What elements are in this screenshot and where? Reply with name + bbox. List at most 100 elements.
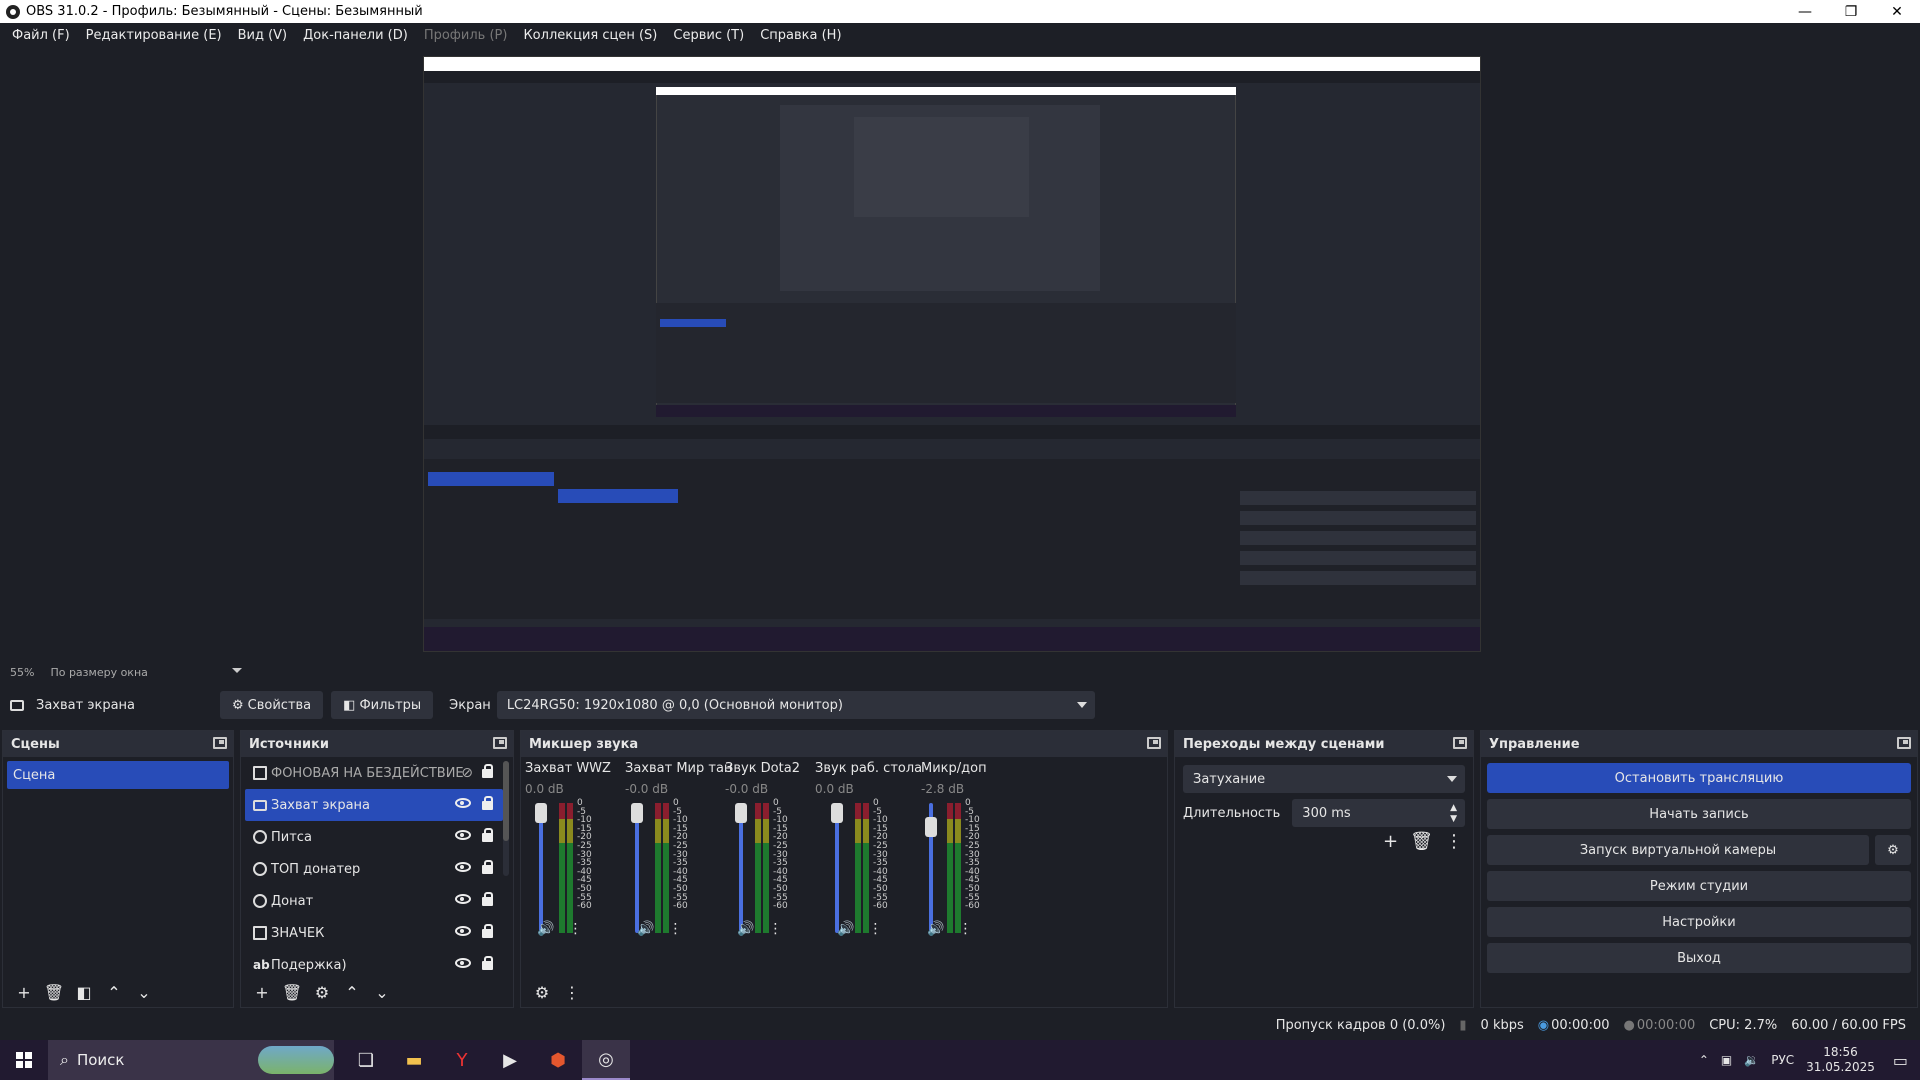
more-vertical-icon[interactable]: ⋮: [868, 921, 882, 937]
lock-icon[interactable]: [482, 924, 493, 938]
chevron-up-icon[interactable]: ⌃: [1699, 1053, 1709, 1067]
more-vertical-icon[interactable]: ⋮: [768, 921, 782, 937]
preview-canvas[interactable]: [423, 56, 1481, 652]
eye-icon[interactable]: [455, 894, 471, 904]
start-recording-button[interactable]: Начать запись: [1487, 799, 1911, 829]
chevron-down-icon[interactable]: [232, 668, 242, 673]
move-down-button[interactable]: ⌄: [129, 979, 159, 1005]
eye-icon[interactable]: [455, 798, 471, 808]
eye-icon[interactable]: [455, 830, 471, 840]
start-virtual-camera-button[interactable]: Запуск виртуальной камеры: [1487, 835, 1869, 865]
menu-file[interactable]: Файл (F): [4, 28, 78, 43]
more-vertical-icon[interactable]: ⋮: [557, 979, 587, 1005]
remove-scene-button[interactable]: 🗑: [39, 979, 69, 1005]
source-item[interactable]: ФОНОВАЯ НА БЕЗДЕЙСТВИЕ ⊘: [245, 757, 503, 789]
menu-scene-collection[interactable]: Коллекция сцен (S): [515, 28, 665, 43]
float-dock-icon[interactable]: [493, 737, 507, 749]
task-view-icon[interactable]: ❏: [342, 1040, 390, 1080]
start-button[interactable]: [0, 1040, 48, 1080]
sources-scrollbar[interactable]: [503, 761, 509, 876]
move-down-button[interactable]: ⌄: [367, 979, 397, 1005]
lock-icon[interactable]: [482, 892, 493, 906]
volume-slider[interactable]: [925, 803, 937, 933]
add-scene-button[interactable]: +: [9, 979, 39, 1005]
eye-icon[interactable]: [455, 862, 471, 872]
source-item[interactable]: Питса: [245, 821, 503, 853]
notifications-icon[interactable]: ▭: [1893, 1051, 1908, 1070]
minimize-button[interactable]: —: [1782, 0, 1828, 23]
volume-icon[interactable]: 🔉: [1744, 1053, 1759, 1067]
volume-slider[interactable]: [535, 803, 547, 933]
transition-select[interactable]: Затухание: [1183, 765, 1465, 793]
float-dock-icon[interactable]: [1147, 737, 1161, 749]
source-item[interactable]: ТОП донатер: [245, 853, 503, 885]
speaker-icon[interactable]: 🔊: [837, 921, 854, 937]
shield-app-icon[interactable]: ⬢: [534, 1040, 582, 1080]
add-transition-button[interactable]: +: [1383, 831, 1398, 852]
media-player-icon[interactable]: ▶: [486, 1040, 534, 1080]
scale-mode[interactable]: По размеру окна: [50, 666, 147, 679]
volume-slider[interactable]: [735, 803, 747, 933]
scene-filters-button[interactable]: ◧: [69, 979, 99, 1005]
network-icon[interactable]: ▣: [1721, 1053, 1732, 1067]
menu-tools[interactable]: Сервис (T): [665, 28, 752, 43]
menu-view[interactable]: Вид (V): [230, 28, 296, 43]
filters-button[interactable]: ◧ Фильтры: [331, 691, 434, 719]
move-up-button[interactable]: ⌃: [337, 979, 367, 1005]
speaker-icon[interactable]: 🔊: [927, 921, 944, 937]
chevron-down-icon: [1447, 776, 1457, 782]
lock-icon[interactable]: [482, 956, 493, 970]
exit-button[interactable]: Выход: [1487, 943, 1911, 973]
source-properties-button[interactable]: ⚙: [307, 979, 337, 1005]
gear-icon[interactable]: ⚙: [1875, 835, 1911, 865]
duration-input[interactable]: 300 ms ▲ ▼: [1292, 799, 1465, 827]
source-item[interactable]: ЗНАЧЕК: [245, 917, 503, 949]
source-item[interactable]: Захват экрана: [245, 789, 503, 821]
chevron-up-icon[interactable]: ▲: [1450, 803, 1457, 813]
yandex-browser-icon[interactable]: Y: [438, 1040, 486, 1080]
volume-slider[interactable]: [631, 803, 643, 933]
menu-help[interactable]: Справка (H): [752, 28, 849, 43]
menu-docks[interactable]: Док-панели (D): [295, 28, 416, 43]
lock-icon[interactable]: [482, 764, 493, 778]
move-up-button[interactable]: ⌃: [99, 979, 129, 1005]
speaker-icon[interactable]: 🔊: [737, 921, 754, 937]
source-item[interactable]: Донат: [245, 885, 503, 917]
scene-item[interactable]: Сцена: [7, 761, 229, 789]
eye-icon[interactable]: [455, 926, 471, 936]
stop-stream-button[interactable]: Остановить трансляцию: [1487, 763, 1911, 793]
float-dock-icon[interactable]: [1453, 737, 1467, 749]
add-source-button[interactable]: +: [247, 979, 277, 1005]
settings-button[interactable]: Настройки: [1487, 907, 1911, 937]
volume-slider[interactable]: [831, 803, 843, 933]
menu-edit[interactable]: Редактирование (E): [78, 28, 230, 43]
properties-button[interactable]: ⚙ Свойства: [220, 691, 324, 719]
studio-mode-button[interactable]: Режим студии: [1487, 871, 1911, 901]
more-vertical-icon[interactable]: ⋮: [668, 921, 682, 937]
restore-button[interactable]: ❐: [1828, 0, 1874, 23]
lock-icon[interactable]: [482, 860, 493, 874]
more-vertical-icon[interactable]: ⋮: [958, 921, 972, 937]
clock[interactable]: 18:56 31.05.2025: [1806, 1045, 1875, 1075]
lock-icon[interactable]: [482, 796, 493, 810]
more-vertical-icon[interactable]: ⋮: [568, 921, 582, 937]
eye-hidden-icon[interactable]: ⊘: [461, 765, 473, 781]
speaker-icon[interactable]: 🔊: [537, 921, 554, 937]
obs-taskbar-icon[interactable]: ◎: [582, 1040, 630, 1080]
close-button[interactable]: ✕: [1874, 0, 1920, 23]
remove-transition-button[interactable]: 🗑: [1410, 831, 1433, 852]
menu-profile[interactable]: Профиль (P): [416, 28, 516, 43]
language-indicator[interactable]: РУС: [1771, 1053, 1794, 1067]
screen-select[interactable]: LC24RG50: 1920x1080 @ 0,0 (Основной мони…: [496, 691, 1095, 719]
speaker-icon[interactable]: 🔊: [637, 921, 654, 937]
file-explorer-icon[interactable]: ▬: [390, 1040, 438, 1080]
float-dock-icon[interactable]: [213, 737, 227, 749]
remove-source-button[interactable]: 🗑: [277, 979, 307, 1005]
lock-icon[interactable]: [482, 828, 493, 842]
eye-icon[interactable]: [455, 958, 471, 968]
gear-icon[interactable]: ⚙: [527, 979, 557, 1005]
more-vertical-icon[interactable]: ⋮: [1445, 831, 1463, 852]
float-dock-icon[interactable]: [1897, 737, 1911, 749]
taskbar-search[interactable]: ⌕ Поиск: [48, 1040, 334, 1080]
chevron-down-icon[interactable]: ▼: [1450, 814, 1457, 824]
